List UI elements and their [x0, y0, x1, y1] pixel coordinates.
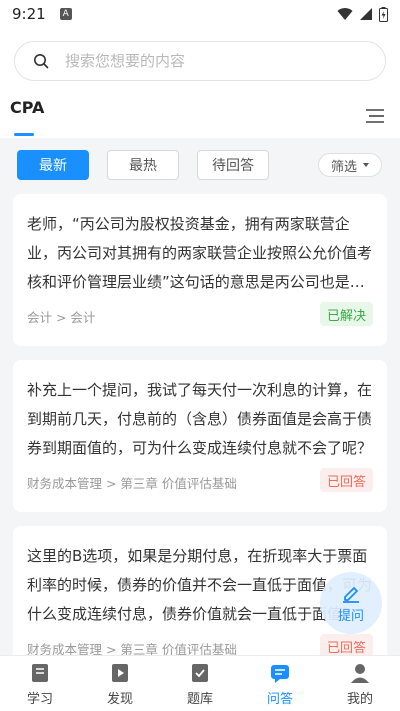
tab-cpa[interactable]: CPA	[10, 98, 44, 117]
nav-item-discover[interactable]: 发现	[80, 656, 160, 711]
nav-item-bank[interactable]: 题库	[160, 656, 240, 711]
filter-dropdown-label: 筛选	[330, 159, 357, 175]
bottom-nav: 学习 发现 题库 问答 我的	[0, 655, 400, 711]
wifi-icon	[337, 8, 353, 20]
nav-label-study: 学习	[26, 692, 53, 707]
nav-label-bank: 题库	[186, 692, 213, 707]
status-badge: 已解决	[319, 302, 373, 326]
question-text: 这里的B选项，如果是分期付息，在折现率大于票面利率的时候，债券的价值并不会一直低…	[27, 547, 373, 623]
checklist-icon	[192, 664, 208, 682]
status-time: 9:21	[12, 5, 46, 23]
nav-label-discover: 发现	[106, 692, 133, 707]
search-input[interactable]	[65, 52, 345, 70]
status-bar: 9:21 A	[0, 0, 400, 28]
nav-label-qa: 问答	[266, 692, 293, 707]
notification-icon: A	[59, 8, 72, 20]
status-icons	[337, 6, 388, 22]
chat-icon	[271, 665, 289, 683]
search-icon	[34, 54, 49, 69]
filter-latest-button[interactable]: 最新	[17, 150, 89, 180]
battery-icon	[379, 6, 388, 22]
user-icon	[351, 664, 369, 683]
header: CPA	[0, 28, 400, 138]
status-badge: 已回答	[319, 468, 373, 492]
search-bar[interactable]	[14, 41, 386, 81]
filter-dropdown[interactable]: 筛选	[318, 153, 382, 177]
nav-item-qa[interactable]: 问答	[240, 656, 320, 711]
tab-indicator	[14, 133, 34, 136]
ask-question-button[interactable]: 提问	[320, 572, 382, 634]
play-icon	[112, 664, 128, 682]
ask-question-label: 提问	[337, 608, 364, 624]
book-icon	[32, 664, 48, 682]
filter-hottest-button[interactable]: 最热	[107, 150, 179, 180]
question-category: 财务成本管理 > 第三章 价值评估基础	[27, 476, 237, 491]
nav-item-study[interactable]: 学习	[0, 656, 80, 711]
filter-bar: 最新 最热 待回答 筛选	[0, 150, 400, 182]
menu-icon[interactable]	[366, 108, 384, 124]
signal-icon	[360, 8, 372, 20]
nav-label-mine: 我的	[346, 692, 373, 707]
filter-pending-button[interactable]: 待回答	[197, 150, 269, 180]
question-text: 补充上一个提问，我试了每天付一次利息的计算，在到期前几天，付息前的（含息）债券面…	[27, 381, 373, 457]
nav-item-mine[interactable]: 我的	[320, 656, 400, 711]
caret-down-icon	[363, 163, 369, 167]
question-card[interactable]: 补充上一个提问，我试了每天付一次利息的计算，在到期前几天，付息前的（含息）债券面…	[13, 360, 387, 512]
question-text: 老师，“丙公司为股权投资基金，拥有两家联营企业，丙公司对其拥有的两家联营企业按照…	[27, 215, 373, 291]
edit-icon	[343, 586, 359, 603]
question-card[interactable]: 老师，“丙公司为股权投资基金，拥有两家联营企业，丙公司对其拥有的两家联营企业按照…	[13, 194, 387, 346]
question-category: 会计 > 会计	[27, 310, 96, 325]
